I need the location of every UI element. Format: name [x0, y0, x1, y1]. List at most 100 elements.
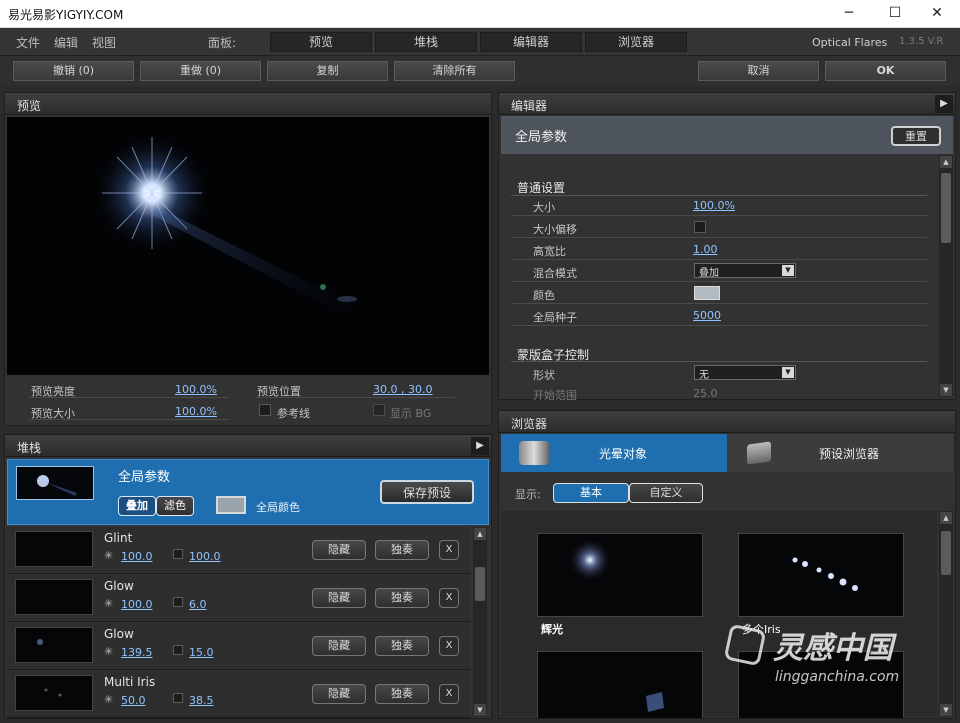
ok-button[interactable]: OK [825, 61, 946, 81]
clear-all-button[interactable]: 清除所有 [394, 61, 515, 81]
tab-browser[interactable]: 浏览器 [585, 32, 687, 52]
preview-viewport[interactable] [7, 117, 489, 375]
remove-layer-button[interactable]: X [439, 636, 459, 656]
editor-panel-title: 编辑器 [511, 99, 548, 113]
preview-brightness-value[interactable]: 100.0% [175, 383, 217, 396]
stack-layer-row[interactable]: Glint ✳ 100.0 100.0 隐藏 独奏 X [7, 527, 470, 574]
preview-panel-title: 预览 [17, 99, 42, 113]
tab-stack[interactable]: 堆栈 [375, 32, 477, 52]
layer-brightness[interactable]: 100.0 [121, 598, 153, 611]
preview-size-value[interactable]: 100.0% [175, 405, 217, 418]
layer-brightness[interactable]: 50.0 [121, 694, 146, 707]
cancel-button[interactable]: 取消 [698, 61, 819, 81]
hide-layer-button[interactable]: 隐藏 [312, 636, 366, 656]
reset-button[interactable]: 重置 [891, 126, 941, 146]
scroll-thumb[interactable] [941, 531, 951, 575]
stack-layer-row[interactable]: Glow ✳ 139.5 15.0 隐藏 独奏 X [7, 623, 470, 670]
size-label: 大小 [533, 201, 555, 214]
scroll-down-icon[interactable]: ▼ [940, 384, 952, 396]
blend-add-button[interactable]: 叠加 [118, 496, 156, 516]
brand-logo-icon [723, 623, 767, 667]
menu-view[interactable]: 视图 [92, 34, 116, 51]
shape-select[interactable]: 无 ▼ [694, 365, 796, 381]
layer-scale[interactable]: 38.5 [189, 694, 214, 707]
blend-screen-button[interactable]: 滤色 [156, 496, 194, 516]
tab-preview[interactable]: 预览 [270, 32, 372, 52]
glow-thumb-image [37, 639, 43, 645]
hide-layer-button[interactable]: 隐藏 [312, 588, 366, 608]
size-offset-checkbox[interactable] [694, 221, 706, 233]
minimize-button[interactable]: ─ [826, 0, 872, 28]
filter-custom-button[interactable]: 自定义 [629, 483, 703, 503]
scroll-down-icon[interactable]: ▼ [474, 704, 486, 716]
scale-icon [173, 693, 183, 703]
solo-layer-button[interactable]: 独奏 [375, 636, 429, 656]
preview-panel-header: 预览 [5, 93, 491, 115]
color-swatch[interactable] [694, 286, 720, 300]
remove-layer-button[interactable]: X [439, 540, 459, 560]
preset-name: 辉光 [541, 623, 563, 636]
preset-thumbnail[interactable] [537, 533, 703, 617]
editor-scrollbar[interactable]: ▲ ▼ [939, 155, 953, 397]
tab-editor[interactable]: 编辑器 [480, 32, 582, 52]
stack-scrollbar[interactable]: ▲ ▼ [473, 527, 487, 717]
global-seed-value[interactable]: 5000 [693, 309, 721, 322]
editor-panel-menu-icon[interactable]: ▶ [935, 95, 953, 113]
hide-layer-button[interactable]: 隐藏 [312, 684, 366, 704]
browser-scrollbar[interactable]: ▲ ▼ [939, 511, 953, 717]
guides-checkbox[interactable] [259, 404, 271, 416]
menu-file[interactable]: 文件 [16, 34, 40, 51]
preview-position-value[interactable]: 30.0 , 30.0 [373, 383, 432, 396]
save-preset-button[interactable]: 保存预设 [380, 480, 474, 504]
aspect-ratio-value[interactable]: 1.00 [693, 243, 718, 256]
brightness-icon: ✳ [104, 645, 114, 658]
solo-layer-button[interactable]: 独奏 [375, 684, 429, 704]
layer-brightness[interactable]: 139.5 [121, 646, 153, 659]
remove-layer-button[interactable]: X [439, 684, 459, 704]
solo-layer-button[interactable]: 独奏 [375, 588, 429, 608]
layer-scale[interactable]: 6.0 [189, 598, 207, 611]
divider [29, 419, 229, 420]
layer-thumbnail [15, 675, 93, 711]
maximize-button[interactable]: ☐ [872, 0, 918, 28]
show-bg-checkbox[interactable] [373, 404, 385, 416]
scroll-up-icon[interactable]: ▲ [940, 512, 952, 524]
scroll-up-icon[interactable]: ▲ [940, 156, 952, 168]
global-seed-label: 全局种子 [533, 311, 577, 324]
brightness-icon: ✳ [104, 549, 114, 562]
layer-scale[interactable]: 15.0 [189, 646, 214, 659]
blend-mode-label: 混合模式 [533, 267, 577, 280]
start-range-value: 25.0 [693, 387, 718, 400]
solo-layer-button[interactable]: 独奏 [375, 540, 429, 560]
scroll-up-icon[interactable]: ▲ [474, 528, 486, 540]
scroll-thumb[interactable] [941, 173, 951, 243]
copy-button[interactable]: 复制 [267, 61, 388, 81]
size-value[interactable]: 100.0% [693, 199, 735, 212]
global-params-title: 全局参数 [118, 470, 171, 485]
filter-basic-button[interactable]: 基本 [553, 483, 629, 503]
stack-panel-menu-icon[interactable]: ▶ [471, 437, 489, 455]
global-thumbnail [16, 466, 94, 500]
layer-scale[interactable]: 100.0 [189, 550, 221, 563]
stack-layer-row[interactable]: Glow ✳ 100.0 6.0 隐藏 独奏 X [7, 575, 470, 622]
tab-preset-label: 预设浏览器 [819, 447, 880, 461]
action-toolbar: 撤销 (0) 重做 (0) 复制 清除所有 取消 OK [0, 56, 960, 86]
global-color-swatch[interactable] [216, 496, 246, 514]
redo-button[interactable]: 重做 (0) [140, 61, 261, 81]
preset-thumbnail[interactable] [537, 651, 703, 718]
close-window-button[interactable]: ✕ [914, 0, 960, 28]
scroll-down-icon[interactable]: ▼ [940, 704, 952, 716]
remove-layer-button[interactable]: X [439, 588, 459, 608]
tab-preset-browser[interactable]: 预设浏览器 [727, 434, 953, 472]
blend-mode-select[interactable]: 叠加 ▼ [694, 263, 796, 279]
preset-thumbnail[interactable] [738, 533, 904, 617]
menu-edit[interactable]: 编辑 [54, 34, 78, 51]
hide-layer-button[interactable]: 隐藏 [312, 540, 366, 560]
scroll-thumb[interactable] [475, 567, 485, 601]
global-params-row[interactable]: 全局参数 叠加 滤色 全局颜色 保存预设 [7, 459, 489, 525]
layer-thumbnail [15, 627, 93, 663]
tab-lens-objects[interactable]: 光晕对象 [501, 434, 727, 472]
undo-button[interactable]: 撤销 (0) [13, 61, 134, 81]
stack-layer-row[interactable]: Multi Iris ✳ 50.0 38.5 隐藏 独奏 X [7, 671, 470, 718]
layer-brightness[interactable]: 100.0 [121, 550, 153, 563]
